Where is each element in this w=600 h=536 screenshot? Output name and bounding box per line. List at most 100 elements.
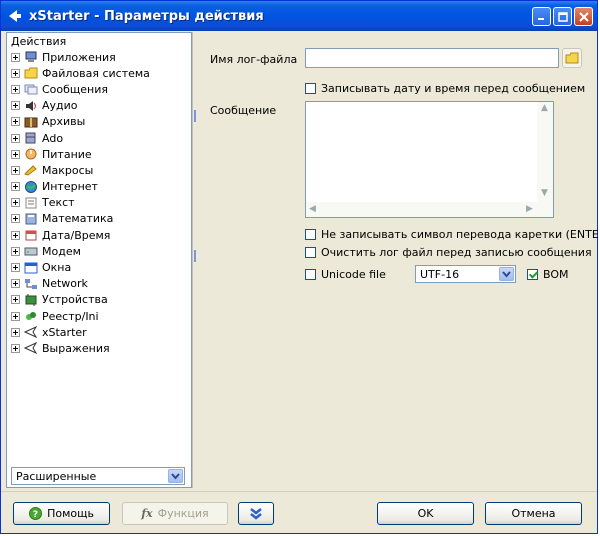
expand-plus-icon[interactable] [11,263,20,273]
unicode-option[interactable]: Unicode file [305,268,386,281]
chevron-down-icon[interactable] [168,469,183,483]
log-file-input[interactable] [305,48,559,68]
write-datetime-option[interactable]: Записывать дату и время перед сообщением [305,82,585,95]
ok-button-label: OK [417,507,434,520]
message-vertical-scrollbar[interactable]: ▲ ▼ [537,102,553,202]
minimize-button[interactable] [532,7,551,26]
folder-icon [565,52,579,64]
write-datetime-checkbox[interactable] [305,83,316,94]
tree-item[interactable]: Реестр/Ini [11,308,189,324]
unicode-checkbox[interactable] [305,269,316,280]
network-icon [24,278,38,290]
scroll-right-icon[interactable]: ▶ [526,204,533,214]
clear-log-option[interactable]: Очистить лог файл перед записью сообщени… [305,246,592,259]
expand-plus-icon[interactable] [11,182,20,192]
tree-item-label: Устройства [42,293,108,307]
maximize-icon [557,11,568,22]
tree-item[interactable]: Макросы [11,162,189,178]
tree-item-label: Network [42,277,88,291]
tree-item[interactable]: Архивы [11,114,189,130]
tree-item[interactable]: Текст [11,195,189,211]
cancel-button[interactable]: Отмена [485,502,582,525]
bom-checkbox[interactable] [527,269,538,280]
mode-select[interactable]: Расширенные [11,467,185,485]
help-button[interactable]: ? Помощь [13,502,110,525]
close-icon [578,11,589,22]
expand-plus-icon[interactable] [11,84,20,94]
message-horizontal-scrollbar[interactable]: ◀ ▶ [306,202,553,217]
scroll-left-icon[interactable]: ◀ [309,204,316,214]
expand-plus-icon[interactable] [11,149,20,159]
help-icon: ? [29,507,43,520]
computer-icon [24,51,38,63]
chevron-down-icon[interactable] [499,267,514,281]
expand-plus-icon[interactable] [11,133,20,143]
tree-item-label: Приложения [42,50,116,64]
tree-item-label: Сообщения [42,82,109,96]
expand-plus-icon[interactable] [11,311,20,321]
encoding-select-value: UTF-16 [420,268,460,281]
tree-item[interactable]: Окна [11,259,189,275]
tree-item[interactable]: Ado [11,130,189,146]
expand-plus-icon[interactable] [11,117,20,127]
browse-folder-button[interactable] [562,48,582,68]
no-newline-option[interactable]: Не записывать символ перевода каретки (E… [305,228,599,241]
expand-plus-icon[interactable] [11,214,20,224]
tree-item-label: Питание [42,147,92,161]
expression-icon [24,342,38,355]
message-label: Сообщение [210,104,277,117]
expand-plus-icon[interactable] [11,246,20,256]
no-newline-checkbox[interactable] [305,229,316,240]
log-file-label: Имя лог-файла [210,53,298,66]
tree-item[interactable]: Дата/Время [11,227,189,243]
scroll-up-icon[interactable]: ▲ [541,103,548,113]
expand-plus-icon[interactable] [11,101,20,111]
calendar-icon [24,229,38,241]
tree-item[interactable]: Устройства [11,292,189,308]
macro-icon [24,164,38,176]
clear-log-checkbox[interactable] [305,247,316,258]
expand-plus-icon[interactable] [11,165,20,175]
close-button[interactable] [574,7,593,26]
message-textarea[interactable]: ▲ ▼ ◀ ▶ [305,101,554,218]
window-title: xStarter - Параметры действия [29,8,264,24]
encoding-select[interactable]: UTF-16 [415,265,516,283]
messages-icon [24,83,38,95]
tree-item[interactable]: Аудио [11,98,189,114]
expand-plus-icon[interactable] [11,230,20,240]
expand-plus-icon[interactable] [11,52,20,62]
expand-plus-icon[interactable] [11,327,20,337]
database-icon [24,132,38,144]
bom-option[interactable]: BOM [527,268,569,281]
tree-item[interactable]: xStarter [11,324,189,340]
archive-icon [24,116,38,128]
tree-item[interactable]: Приложения [11,49,189,65]
expand-plus-icon[interactable] [11,198,20,208]
tree-item[interactable]: Сообщения [11,81,189,97]
tree-item-label: xStarter [42,325,87,339]
tree-item[interactable]: Интернет [11,179,189,195]
tree-item[interactable]: Математика [11,211,189,227]
power-icon [24,148,38,160]
tree-item[interactable]: Выражения [11,340,189,356]
tree-item[interactable]: Питание [11,146,189,162]
tree-item[interactable]: Файловая система [11,65,189,81]
expand-plus-icon[interactable] [11,279,20,289]
expand-plus-icon[interactable] [11,343,20,353]
expand-plus-icon[interactable] [11,68,20,78]
title-bar[interactable]: xStarter - Параметры действия [1,1,597,31]
panel-splitter[interactable] [192,32,198,488]
scroll-down-icon[interactable]: ▼ [541,188,548,198]
tree-item-label: Аудио [42,99,78,113]
tree-item[interactable]: Network [11,276,189,292]
ok-button[interactable]: OK [377,502,474,525]
function-button[interactable]: fx Функция [122,502,228,525]
calculator-icon [24,213,38,225]
tree-item[interactable]: Модем [11,243,189,259]
maximize-button[interactable] [553,7,572,26]
speaker-icon [24,100,38,112]
bottom-divider [1,491,597,492]
expand-more-button[interactable] [238,502,274,525]
expand-plus-icon[interactable] [11,295,20,305]
modem-icon [24,245,38,257]
